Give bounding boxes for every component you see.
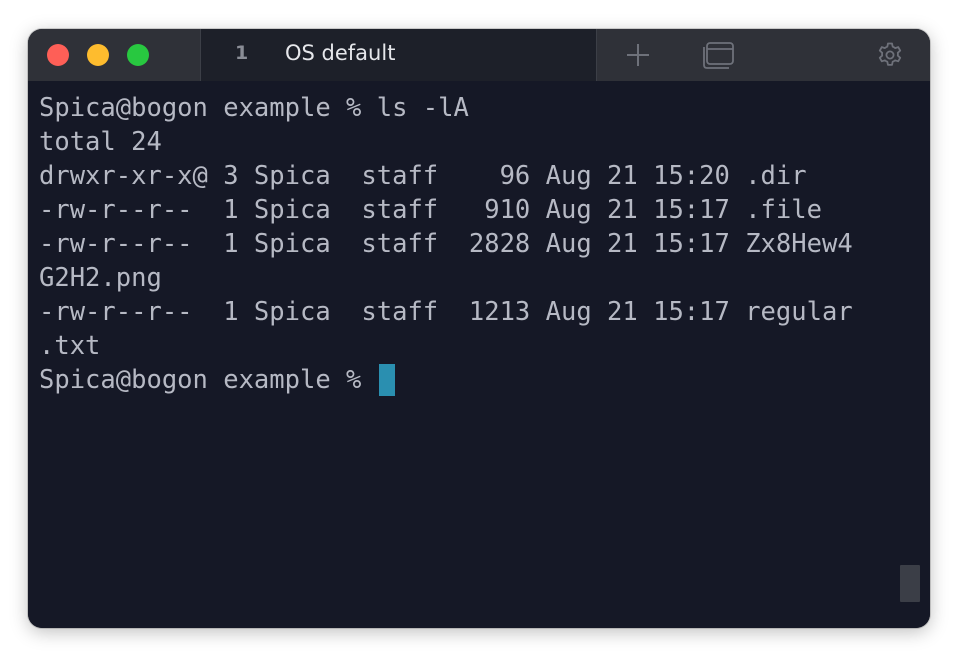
tab-os-default[interactable]: 1 OS default	[200, 29, 597, 81]
settings-button[interactable]	[876, 41, 904, 69]
prompt-line[interactable]: Spica@bogon example %	[39, 363, 853, 397]
scrollbar-thumb[interactable]	[900, 565, 920, 602]
window-stack-icon	[703, 42, 734, 69]
terminal-line: total 24	[39, 127, 162, 157]
terminal-line: -rw-r--r-- 1 Spica staff 1213 Aug 21 15:…	[39, 297, 853, 327]
plus-icon	[627, 44, 649, 66]
title-bar: 1 OS default	[28, 29, 930, 81]
terminal-output[interactable]: Spica@bogon example % ls -lA total 24 drwx…	[28, 81, 930, 628]
close-window-button[interactable]	[47, 44, 69, 66]
terminal-line: -rw-r--r-- 1 Spica staff 910 Aug 21 15:1…	[39, 195, 822, 225]
terminal-line: drwxr-xr-x@ 3 Spica staff 96 Aug 21 15:2…	[39, 161, 807, 191]
traffic-lights	[28, 29, 200, 81]
windows-button[interactable]	[702, 41, 734, 69]
tab-title: OS default	[285, 41, 396, 65]
scrollbar[interactable]	[900, 85, 920, 624]
new-tab-button[interactable]	[624, 41, 652, 69]
terminal-window: 1 OS default Spica@bogon example % ls -l…	[28, 29, 930, 628]
gear-icon	[878, 42, 902, 66]
terminal-line: .txt	[39, 331, 101, 361]
shell-prompt: Spica@bogon example %	[39, 365, 377, 395]
minimize-window-button[interactable]	[87, 44, 109, 66]
terminal-line: -rw-r--r-- 1 Spica staff 2828 Aug 21 15:…	[39, 229, 853, 259]
terminal-text: Spica@bogon example % ls -lA total 24 drwx…	[39, 91, 853, 397]
terminal-line: Spica@bogon example % ls -lA	[39, 93, 469, 123]
text-cursor	[378, 364, 395, 396]
tab-index: 1	[235, 42, 249, 64]
zoom-window-button[interactable]	[127, 44, 149, 66]
terminal-line: G2H2.png	[39, 263, 162, 293]
